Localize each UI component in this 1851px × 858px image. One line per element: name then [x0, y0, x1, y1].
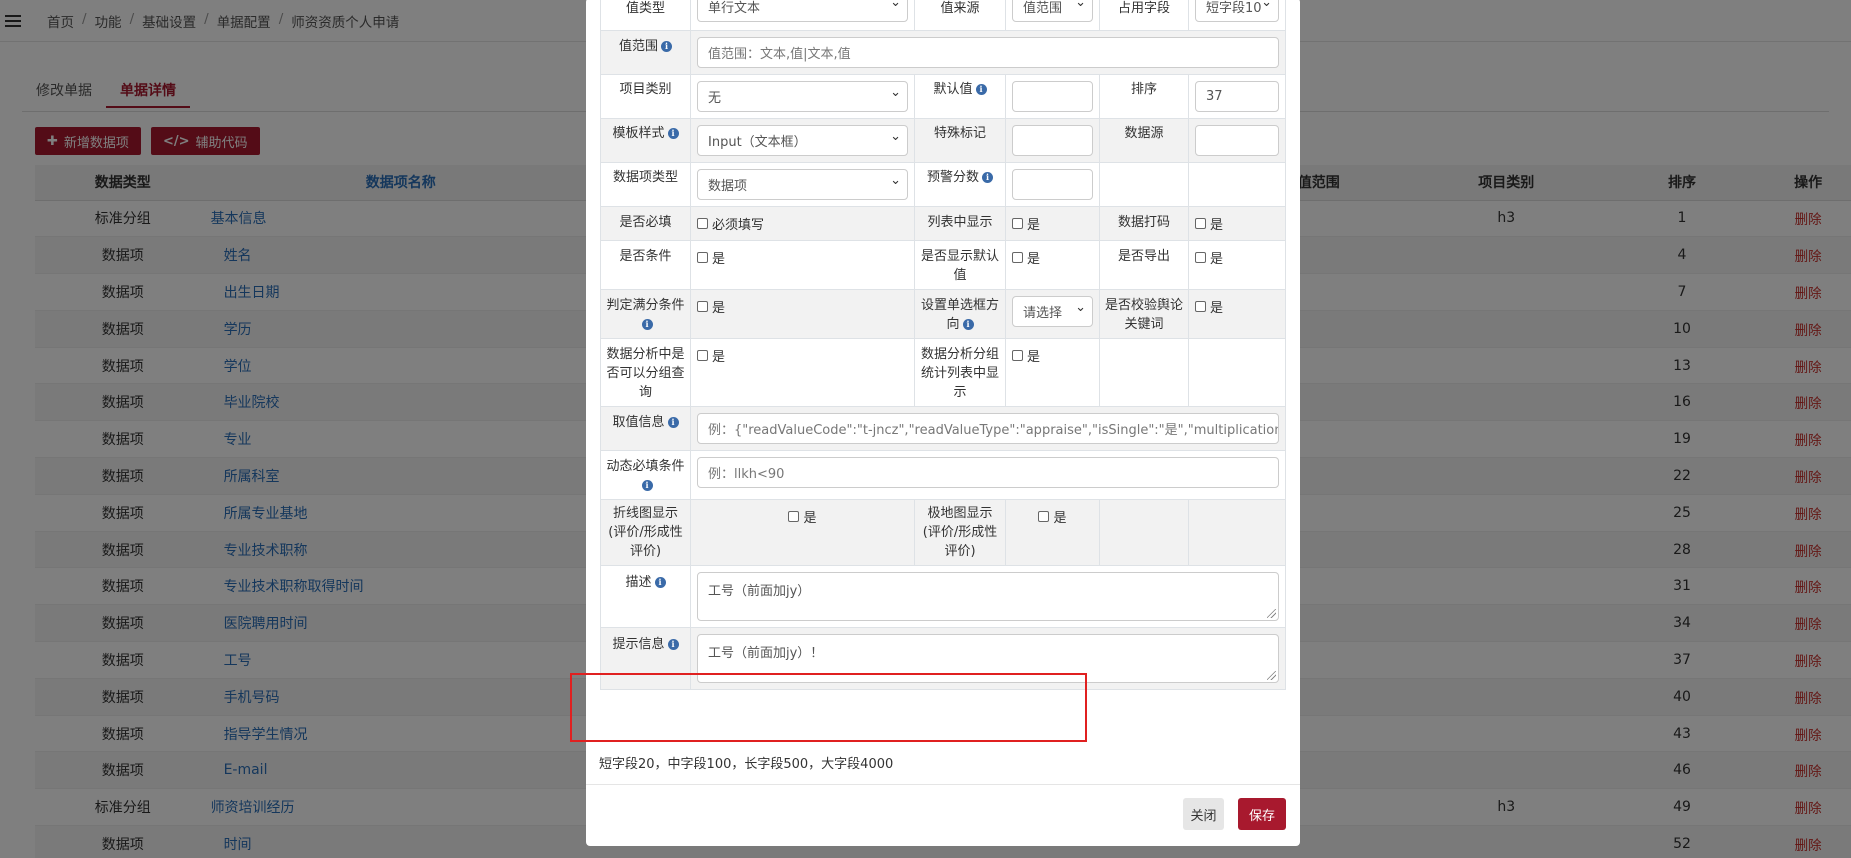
radio-direction-select[interactable]: 请选择 — [1012, 296, 1093, 327]
required-label: 是否必填 — [600, 206, 691, 241]
full-score-checkbox[interactable]: 是 — [697, 297, 725, 316]
value-source-select[interactable]: 值范围 — [1012, 0, 1093, 22]
read-value-label: 取值信息 — [612, 415, 665, 430]
check-keyword-label: 是否校验舆论关键词 — [1099, 289, 1189, 339]
info-icon: i — [667, 128, 679, 139]
info-icon: i — [667, 639, 679, 650]
polar-chart-checkbox[interactable]: 是 — [1038, 507, 1067, 526]
info-icon: i — [661, 41, 672, 52]
sort-label: 排序 — [1099, 74, 1189, 119]
info-icon: i — [641, 319, 653, 330]
data-source-input[interactable] — [1195, 125, 1279, 156]
info-icon: i — [654, 577, 666, 588]
special-mark-input[interactable] — [1012, 125, 1093, 156]
show-in-list-label: 列表中显示 — [914, 206, 1006, 241]
data-source-label: 数据源 — [1099, 118, 1189, 163]
project-type-label: 项目类别 — [600, 74, 691, 119]
save-button[interactable]: 保存 — [1238, 798, 1286, 830]
template-style-select[interactable]: Input（文本框） — [697, 125, 908, 156]
group-stat-checkbox[interactable]: 是 — [1012, 346, 1040, 365]
group-stat-label: 数据分析分组统计列表中显示 — [914, 338, 1006, 407]
tip-label: 提示信息 — [612, 637, 665, 652]
occupied-field-select[interactable]: 短字段10 — [1195, 0, 1279, 22]
info-icon: i — [641, 480, 653, 491]
line-chart-label: 折线图显示(评价/形成性评价) — [600, 499, 691, 566]
is-condition-checkbox[interactable]: 是 — [697, 248, 725, 267]
tip-textarea[interactable]: 工号（前面加jy）！ — [697, 634, 1279, 683]
group-query-checkbox[interactable]: 是 — [697, 346, 725, 365]
dynamic-required-label: 动态必填条件 — [606, 459, 685, 474]
data-mask-label: 数据打码 — [1099, 206, 1189, 241]
edit-data-item-modal: 值类型 单行文本 值来源 值范围 占用字段 短字段10 值范围i 值范围：文本,… — [586, 0, 1300, 846]
group-query-label: 数据分析中是否可以分组查询 — [600, 338, 691, 407]
data-item-form: 值类型 单行文本 值来源 值范围 占用字段 短字段10 值范围i 值范围：文本,… — [600, 0, 1286, 690]
value-range-label: 值范围 — [618, 39, 658, 54]
full-score-label: 判定满分条件 — [606, 298, 685, 313]
show-default-label: 是否显示默认值 — [914, 240, 1006, 290]
default-value-input[interactable] — [1012, 81, 1093, 112]
project-type-select[interactable]: 无 — [697, 81, 908, 112]
description-label: 描述 — [625, 575, 652, 590]
warn-score-input[interactable] — [1012, 169, 1093, 200]
is-export-label: 是否导出 — [1099, 240, 1189, 290]
required-checkbox[interactable]: 必须填写 — [697, 214, 764, 233]
value-type-label: 值类型 — [600, 0, 691, 31]
polar-chart-label: 极地图显示(评价/形成性评价) — [914, 499, 1006, 566]
radio-direction-label: 设置单选框方向 — [920, 298, 999, 332]
read-value-input[interactable]: 例：{"readValueCode":"t-jncz","readValueTy… — [697, 413, 1279, 444]
value-source-label: 值来源 — [914, 0, 1006, 31]
line-chart-checkbox[interactable]: 是 — [788, 507, 817, 526]
show-default-checkbox[interactable]: 是 — [1012, 248, 1040, 267]
resize-handle-icon[interactable] — [1267, 671, 1276, 680]
info-icon: i — [667, 417, 679, 428]
item-type-label: 数据项类型 — [600, 162, 691, 207]
value-range-input[interactable]: 值范围：文本,值|文本,值 — [697, 37, 1279, 68]
is-condition-label: 是否条件 — [600, 240, 691, 290]
close-button[interactable]: 关闭 — [1183, 798, 1224, 830]
resize-handle-icon[interactable] — [1267, 609, 1276, 618]
check-keyword-checkbox[interactable]: 是 — [1195, 297, 1223, 316]
info-icon: i — [962, 319, 974, 330]
info-icon: i — [982, 172, 993, 183]
item-type-select[interactable]: 数据项 — [697, 169, 908, 200]
occupied-field-label: 占用字段 — [1099, 0, 1189, 31]
template-style-label: 模板样式 — [612, 126, 665, 141]
value-type-select[interactable]: 单行文本 — [697, 0, 908, 22]
dynamic-required-input[interactable]: 例：llkh<90 — [697, 457, 1279, 488]
default-value-label: 默认值 — [933, 82, 973, 97]
sort-input[interactable]: 37 — [1195, 81, 1279, 112]
warn-score-label: 预警分数 — [926, 170, 979, 185]
field-length-hint: 短字段20，中字段100，长字段500，大字段4000 — [599, 757, 894, 772]
is-export-checkbox[interactable]: 是 — [1195, 248, 1223, 267]
modal-footer-divider — [586, 784, 1300, 785]
show-in-list-checkbox[interactable]: 是 — [1012, 214, 1040, 233]
info-icon: i — [975, 84, 987, 95]
special-mark-label: 特殊标记 — [914, 118, 1006, 163]
data-mask-checkbox[interactable]: 是 — [1195, 214, 1223, 233]
description-textarea[interactable]: 工号（前面加jy） — [697, 572, 1279, 621]
